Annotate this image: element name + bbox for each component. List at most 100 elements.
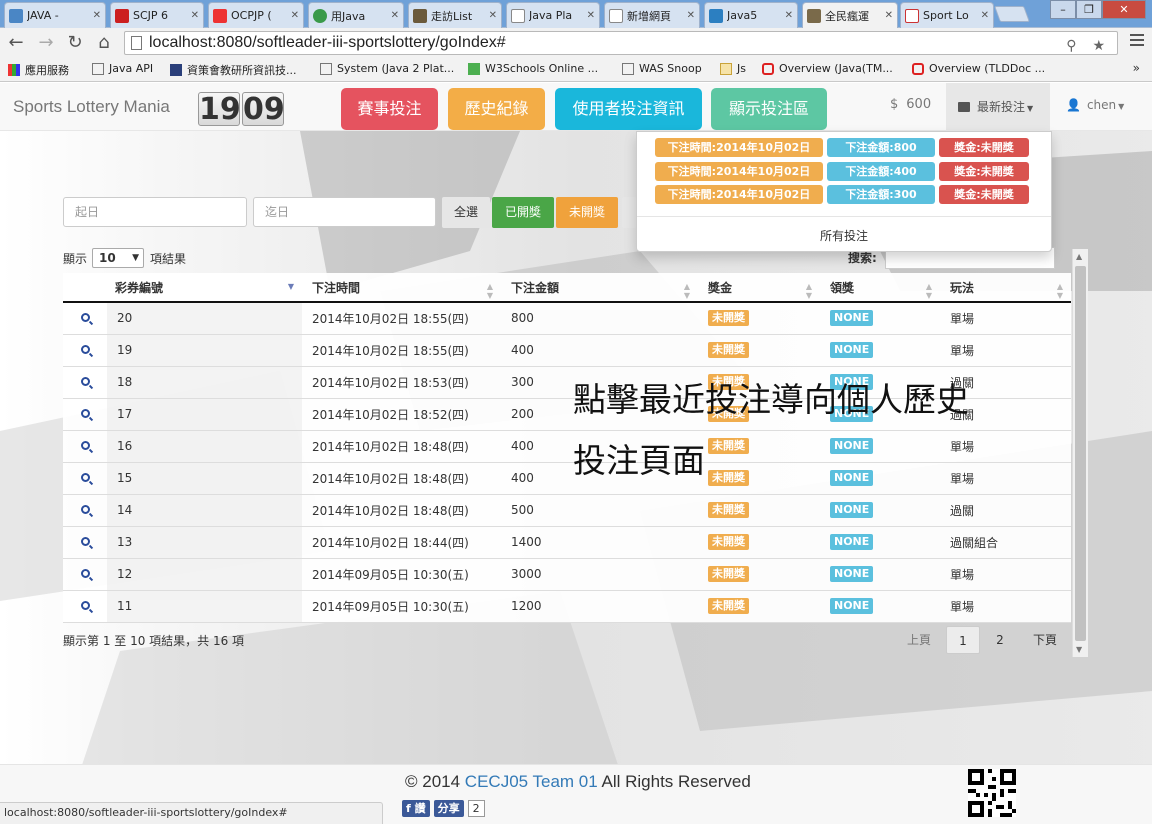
column-header-play-type[interactable]: 玩法 ▲ ▼ (940, 273, 1071, 303)
table-row[interactable]: 20 2014年10月02日 18:55(四) 800 未開獎 NONE 單場 (63, 302, 1071, 335)
latest-bet-item[interactable]: 下注時間:2014年10月02日 下注金額:400 獎金:未開獎 (655, 162, 1029, 182)
column-header-bet-amount[interactable]: 下注金額 ▲ ▼ (501, 273, 698, 303)
table-row[interactable]: 15 2014年10月02日 18:48(四) 400 未開獎 NONE 單場 (63, 462, 1071, 495)
zoom-icon[interactable] (81, 313, 90, 323)
table-row[interactable]: 14 2014年10月02日 18:48(四) 500 未開獎 NONE 過關 (63, 494, 1071, 527)
end-date-input[interactable]: 迄日 (253, 197, 436, 227)
zoom-icon[interactable] (81, 473, 90, 482)
facebook-share-button[interactable]: 分享 (433, 800, 464, 817)
bookmark-item[interactable]: Js (720, 62, 746, 75)
new-tab-button[interactable] (994, 6, 1030, 22)
bet-events-button[interactable]: 賽事投注 (341, 88, 438, 130)
select-all-button[interactable]: 全選 (442, 197, 490, 228)
browser-tab[interactable]: OCPJP (✕ (208, 2, 304, 28)
show-bet-area-button[interactable]: 顯示投注區 (711, 88, 827, 130)
close-tab-icon[interactable]: ✕ (885, 10, 893, 21)
bookmark-item[interactable]: 資策會教研所資訊技... (170, 62, 297, 78)
close-tab-icon[interactable]: ✕ (981, 10, 989, 21)
browser-tab[interactable]: Java Pla ✕ (506, 2, 600, 28)
close-tab-icon[interactable]: ✕ (191, 10, 199, 21)
close-tab-icon[interactable]: ✕ (93, 10, 101, 21)
table-row[interactable]: 11 2014年09月05日 10:30(五) 1200 未開獎 NONE 單場 (63, 590, 1071, 623)
zoom-icon[interactable] (81, 505, 90, 514)
pager-page-1[interactable]: 1 (946, 626, 980, 654)
table-row[interactable]: 13 2014年10月02日 18:44(四) 1400 未開獎 NONE 過關組合 (63, 526, 1071, 559)
user-menu-toggle[interactable]: 👤 chen ▼ (1066, 98, 1124, 112)
omnibox-action-icons[interactable]: ⚲ ★ (1066, 34, 1111, 56)
pager-page-2[interactable]: 2 (984, 626, 1016, 654)
play-type-cell: 單場 (940, 558, 1071, 591)
zoom-icon[interactable] (81, 601, 90, 610)
latest-bet-item[interactable]: 下注時間:2014年10月02日 下注金額:300 獎金:未開獎 (655, 185, 1029, 205)
close-tab-icon[interactable]: ✕ (587, 10, 595, 21)
extra-filter-button[interactable] (622, 197, 636, 228)
brand-logo[interactable]: Sports Lottery Mania (13, 97, 170, 117)
claim-status-badge: NONE (830, 502, 874, 518)
browser-tab-active[interactable]: 全民瘋運 ✕ (802, 2, 898, 28)
close-tab-icon[interactable]: ✕ (291, 10, 299, 21)
bookmark-item[interactable]: Overview (Java(TM... (762, 62, 893, 75)
start-date-input[interactable]: 起日 (63, 197, 247, 227)
sort-icon: ▲ ▼ (805, 282, 812, 300)
zoom-icon[interactable] (81, 409, 90, 418)
column-header-ticket-id[interactable]: 彩券編號 ▼ (63, 273, 302, 303)
close-tab-icon[interactable]: ✕ (489, 10, 497, 21)
latest-bet-item[interactable]: 下注時間:2014年10月02日 下注金額:800 獎金:未開獎 (655, 138, 1029, 158)
minimize-icon[interactable]: – (1050, 0, 1076, 19)
browser-tab-strip: JAVA - ✕ SCJP 6 ✕ OCPJP (✕ 用Java ✕ 走訪List… (0, 0, 1152, 28)
bookmarks-overflow-icon[interactable]: » (1133, 61, 1140, 75)
bookmark-item[interactable]: 應用服務 (8, 62, 69, 78)
zoom-icon[interactable] (81, 441, 90, 450)
bookmark-item[interactable]: Java API (92, 62, 153, 75)
drawn-filter-button[interactable]: 已開獎 (492, 197, 554, 228)
bet-amount-cell: 400 (501, 334, 698, 367)
scrollbar-thumb[interactable] (1075, 266, 1086, 641)
all-bets-link[interactable]: 所有投注 (637, 227, 1051, 244)
bookmark-item[interactable]: Overview (TLDDoc ... (912, 62, 1045, 75)
column-header-bet-time[interactable]: 下注時間 ▲ ▼ (302, 273, 501, 303)
zoom-icon[interactable] (81, 537, 90, 546)
reload-icon[interactable]: ↻ (65, 33, 85, 53)
bookmark-item[interactable]: W3Schools Online ... (468, 62, 598, 75)
browser-tab[interactable]: 走訪List ✕ (408, 2, 502, 28)
forward-icon[interactable]: → (36, 33, 56, 53)
close-tab-icon[interactable]: ✕ (687, 10, 695, 21)
bookmark-item[interactable]: WAS Snoop (622, 62, 702, 75)
url-input[interactable]: localhost:8080/softleader-iii-sportslott… (124, 31, 1118, 55)
browser-tab[interactable]: 新增網頁 ✕ (604, 2, 700, 28)
user-bet-info-button[interactable]: 使用者投注資訊 (555, 88, 702, 130)
close-window-icon[interactable]: ✕ (1102, 0, 1146, 19)
scroll-down-icon[interactable]: ▼ (1076, 645, 1082, 654)
column-header-claim[interactable]: 領獎 ▲ ▼ (820, 273, 940, 303)
close-tab-icon[interactable]: ✕ (391, 10, 399, 21)
facebook-like-button[interactable]: f 讚 (402, 800, 430, 817)
table-row[interactable]: 19 2014年10月02日 18:55(四) 400 未開獎 NONE 單場 (63, 334, 1071, 367)
zoom-icon[interactable] (81, 345, 90, 354)
restore-icon[interactable]: ❐ (1076, 0, 1102, 19)
menu-icon[interactable] (1130, 34, 1144, 49)
table-row[interactable]: 16 2014年10月02日 18:48(四) 400 未開獎 NONE 單場 (63, 430, 1071, 463)
page-length-select[interactable]: 10 ▼ (92, 248, 145, 268)
zoom-icon[interactable] (81, 377, 90, 386)
table-scrollbar[interactable]: ▲ ▼ (1072, 249, 1088, 657)
bookmark-item[interactable]: System (Java 2 Plat... (320, 62, 454, 75)
close-tab-icon[interactable]: ✕ (785, 10, 793, 21)
browser-tab[interactable]: 用Java ✕ (308, 2, 404, 28)
history-button[interactable]: 歷史紀錄 (448, 88, 545, 130)
zoom-icon[interactable] (81, 569, 90, 578)
pager-prev[interactable]: 上頁 (898, 626, 940, 654)
home-icon[interactable]: ⌂ (94, 33, 114, 53)
scroll-up-icon[interactable]: ▲ (1076, 252, 1082, 261)
browser-tab[interactable]: JAVA - ✕ (4, 2, 106, 28)
column-header-prize[interactable]: 獎金 ▲ ▼ (698, 273, 820, 303)
browser-tab[interactable]: SCJP 6 ✕ (110, 2, 204, 28)
browser-tab[interactable]: Java5 ✕ (704, 2, 798, 28)
table-row[interactable]: 12 2014年09月05日 10:30(五) 3000 未開獎 NONE 單場 (63, 558, 1071, 591)
pager-next[interactable]: 下頁 (1024, 626, 1066, 654)
undrawn-filter-button[interactable]: 未開獎 (556, 197, 618, 228)
team-link[interactable]: CECJ05 Team 01 (465, 772, 598, 791)
window-controls: – ❐ ✕ (1050, 0, 1146, 20)
browser-tab[interactable]: Sport Lo ✕ (900, 2, 994, 28)
latest-bets-dropdown-toggle[interactable]: 最新投注 ▼ (946, 83, 1050, 131)
back-icon[interactable]: ← (6, 33, 26, 53)
